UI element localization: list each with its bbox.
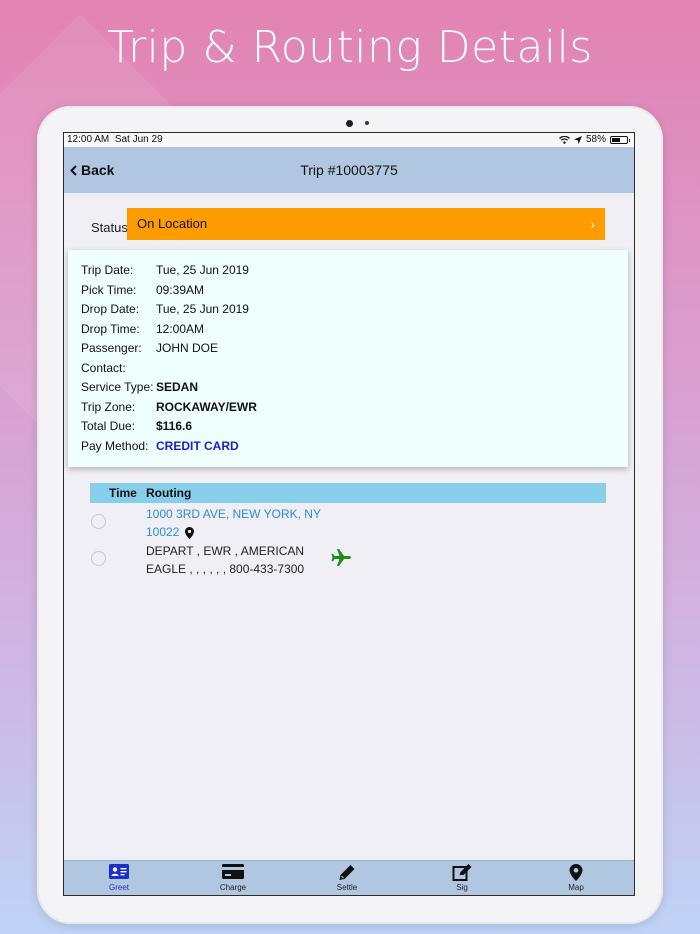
edit-icon xyxy=(452,864,472,881)
info-label: Trip Zone: xyxy=(81,399,136,414)
info-label: Passenger: xyxy=(81,341,142,355)
column-header-time: Time xyxy=(109,486,137,500)
camera-dot xyxy=(346,120,353,127)
sensor-dot xyxy=(365,121,369,125)
routing-table-header: Time Routing xyxy=(90,483,606,503)
chevron-right-icon: › xyxy=(590,216,595,232)
greet-icon xyxy=(109,864,129,879)
info-value: SEDAN xyxy=(156,380,199,394)
info-label: Drop Date: xyxy=(81,302,140,316)
airplane-icon[interactable] xyxy=(331,549,352,566)
battery-percent: 58% xyxy=(585,134,606,145)
info-label: Service Type: xyxy=(81,380,154,394)
app-screen: 12:00 AM Sat Jun 29 58% Back Trip #10003… xyxy=(63,132,635,896)
map-pin-icon xyxy=(569,864,583,881)
tablet-frame: 12:00 AM Sat Jun 29 58% Back Trip #10003… xyxy=(37,106,663,924)
tab-bar: Greet Charge Settle Sig Map xyxy=(64,860,634,895)
column-header-routing: Routing xyxy=(146,486,192,500)
status-date: Sat Jun 29 xyxy=(114,134,163,145)
tab-charge[interactable]: Charge xyxy=(203,861,263,895)
tab-greet[interactable]: Greet xyxy=(89,861,149,895)
battery-icon xyxy=(610,136,630,144)
tab-label: Settle xyxy=(336,883,358,892)
stop-zip: 10022 xyxy=(146,525,180,539)
wifi-icon xyxy=(559,136,570,144)
pencil-icon xyxy=(339,865,355,880)
status-label: Status xyxy=(91,220,128,235)
status-value: On Location xyxy=(137,216,208,231)
info-value: CREDIT CARD xyxy=(156,438,239,453)
tab-label: Sig xyxy=(456,883,468,892)
info-label: Trip Date: xyxy=(81,263,134,277)
marketing-title: Trip & Routing Details xyxy=(107,22,593,73)
info-value: Tue, 25 Jun 2019 xyxy=(156,302,249,316)
tab-map[interactable]: Map xyxy=(546,861,606,895)
tab-settle[interactable]: Settle xyxy=(317,861,377,895)
status-indicators: 58% xyxy=(559,133,630,147)
info-label: Pick Time: xyxy=(81,282,137,297)
device-status-bar: 12:00 AM Sat Jun 29 58% xyxy=(64,133,634,147)
status-selector[interactable]: On Location › xyxy=(127,208,605,240)
status-time: 12:00 AM xyxy=(67,134,110,145)
info-label: Total Due: xyxy=(81,419,136,433)
info-value: ROCKAWAY/EWR xyxy=(156,399,257,414)
info-label: Drop Time: xyxy=(81,321,140,336)
info-value: JOHN DOE xyxy=(156,341,219,355)
tab-label: Greet xyxy=(108,883,129,892)
info-value: $116.6 xyxy=(156,419,193,433)
trip-info-card: Trip Date: Tue, 25 Jun 2019 Pick Time: 0… xyxy=(68,250,628,467)
credit-card-icon xyxy=(222,864,244,879)
info-value: 12:00AM xyxy=(156,321,205,336)
stop-checkbox[interactable] xyxy=(91,514,106,529)
stop-flight-line: DEPART , EWR , AMERICAN xyxy=(146,544,305,558)
stop-address-line[interactable]: 1000 3RD AVE, NEW YORK, NY xyxy=(146,505,321,523)
tab-sig[interactable]: Sig xyxy=(432,861,492,895)
stop-checkbox[interactable] xyxy=(91,551,106,566)
info-value: 09:39AM xyxy=(156,282,205,297)
page-title: Trip #10003775 xyxy=(300,162,398,178)
tab-label: Map xyxy=(568,883,584,892)
tab-label: Charge xyxy=(219,883,247,892)
location-arrow-icon xyxy=(573,136,582,144)
info-value: Tue, 25 Jun 2019 xyxy=(156,263,249,277)
status-clock: 12:00 AM Sat Jun 29 xyxy=(67,133,163,147)
info-label: Contact: xyxy=(81,360,126,375)
navigation-bar: Back Trip #10003775 xyxy=(64,147,634,193)
stop-flight-details: EAGLE , , , , , , 800-433-7300 xyxy=(146,562,305,576)
info-label: Pay Method: xyxy=(81,438,149,453)
stop-address-zip[interactable]: 10022 xyxy=(146,523,194,541)
map-pin-icon[interactable] xyxy=(184,526,194,539)
